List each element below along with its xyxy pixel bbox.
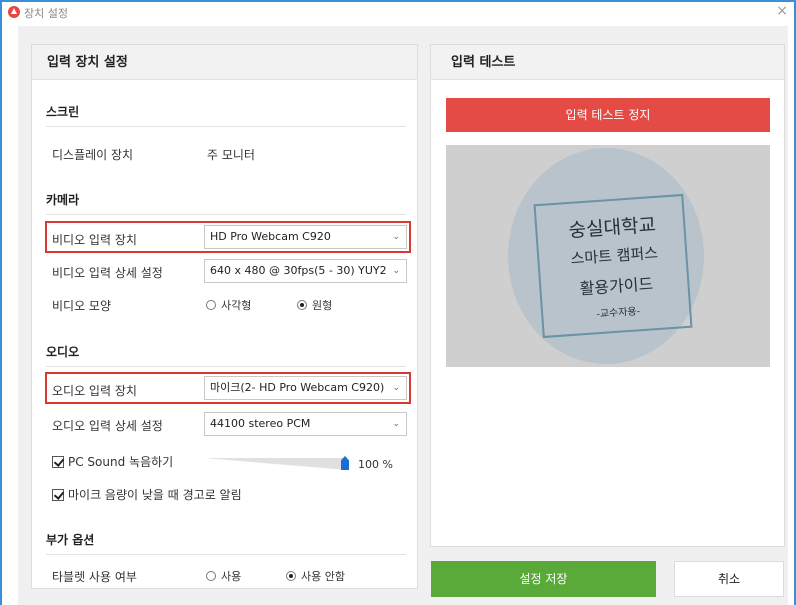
audio-detail-value: 44100 stereo PCM <box>210 417 311 430</box>
preview-line-2: 스마트 캠퍼스 <box>569 243 659 268</box>
radio-circle-shape[interactable]: 원형 <box>297 297 332 313</box>
display-label: 디스플레이 장치 <box>52 148 134 162</box>
preview-line-4: -교수자용- <box>596 306 641 321</box>
video-detail-select[interactable]: 640 x 480 @ 30fps(5 - 30) YUY2 ⌄ <box>204 259 407 283</box>
stop-test-button[interactable]: 입력 테스트 정지 <box>446 98 770 132</box>
volume-slider[interactable] <box>204 456 349 470</box>
section-screen: 스크린 <box>46 103 406 127</box>
input-settings-panel: 입력 장치 설정 스크린 디스플레이 장치 주 모니터 카메라 비디오 입력 장… <box>31 44 418 589</box>
radio-tablet-none-label: 사용 안함 <box>301 570 345 583</box>
video-detail-value: 640 x 480 @ 30fps(5 - 30) YUY2 <box>210 264 387 277</box>
app-logo-icon <box>8 6 20 18</box>
title-bar: 장치 설정 × <box>2 2 794 22</box>
radio-circle-icon <box>206 300 216 310</box>
chevron-down-icon: ⌄ <box>392 383 400 393</box>
window-title: 장치 설정 <box>24 7 68 20</box>
mic-warning-label: 마이크 음량이 낮을 때 경고로 알림 <box>68 488 242 502</box>
audio-device-value: 마이크(2- HD Pro Webcam C920) <box>210 381 385 394</box>
save-settings-button[interactable]: 설정 저장 <box>431 561 656 597</box>
radio-rectangle-label: 사각형 <box>221 299 252 312</box>
cancel-button[interactable]: 취소 <box>674 561 784 597</box>
audio-device-label: 오디오 입력 장치 <box>52 384 137 398</box>
audio-detail-label: 오디오 입력 상세 설정 <box>52 419 163 433</box>
pc-sound-label: PC Sound 녹음하기 <box>68 455 174 469</box>
mic-warning-checkbox[interactable]: 마이크 음량이 낮을 때 경고로 알림 <box>52 486 242 503</box>
radio-tablet-none[interactable]: 사용 안함 <box>286 568 345 584</box>
radio-rectangle[interactable]: 사각형 <box>206 297 251 313</box>
video-device-value: HD Pro Webcam C920 <box>210 230 331 243</box>
panel-title: 입력 장치 설정 <box>32 45 417 80</box>
close-icon[interactable]: × <box>776 3 788 19</box>
radio-circle-shape-label: 원형 <box>312 299 333 312</box>
checkbox-checked-icon <box>52 456 64 468</box>
input-test-panel: 입력 테스트 입력 테스트 정지 숭실대학교 스마트 캠퍼스 활용가이드 -교수… <box>430 44 785 547</box>
slider-track <box>204 458 347 470</box>
audio-detail-select[interactable]: 44100 stereo PCM ⌄ <box>204 412 407 436</box>
panel-title: 입력 테스트 <box>431 45 784 80</box>
preview-line-1: 숭실대학교 <box>567 213 657 242</box>
radio-tablet-use-label: 사용 <box>221 570 242 583</box>
audio-device-select[interactable]: 마이크(2- HD Pro Webcam C920) ⌄ <box>204 376 407 400</box>
preview-card: 숭실대학교 스마트 캠퍼스 활용가이드 -교수자용- <box>533 193 693 339</box>
radio-circle-icon <box>206 571 216 581</box>
radio-tablet-use[interactable]: 사용 <box>206 568 241 584</box>
chevron-down-icon: ⌄ <box>392 232 400 242</box>
chevron-down-icon: ⌄ <box>392 266 400 276</box>
tablet-label: 타블렛 사용 여부 <box>52 570 137 584</box>
chevron-down-icon: ⌄ <box>392 419 400 429</box>
radio-selected-icon <box>286 571 296 581</box>
volume-value: 100 % <box>358 458 393 471</box>
checkbox-checked-icon <box>52 489 64 501</box>
radio-selected-icon <box>297 300 307 310</box>
video-device-label: 비디오 입력 장치 <box>52 233 137 247</box>
display-value: 주 모니터 <box>207 148 255 162</box>
section-audio: 오디오 <box>46 343 406 367</box>
preview-line-3: 활용가이드 <box>579 274 654 299</box>
section-extra: 부가 옵션 <box>46 531 406 555</box>
camera-preview: 숭실대학교 스마트 캠퍼스 활용가이드 -교수자용- <box>446 145 770 367</box>
video-detail-label: 비디오 입력 상세 설정 <box>52 266 163 280</box>
pc-sound-checkbox[interactable]: PC Sound 녹음하기 <box>52 453 173 470</box>
video-shape-label: 비디오 모양 <box>52 299 112 313</box>
video-device-select[interactable]: HD Pro Webcam C920 ⌄ <box>204 225 407 249</box>
section-camera: 카메라 <box>46 191 406 215</box>
